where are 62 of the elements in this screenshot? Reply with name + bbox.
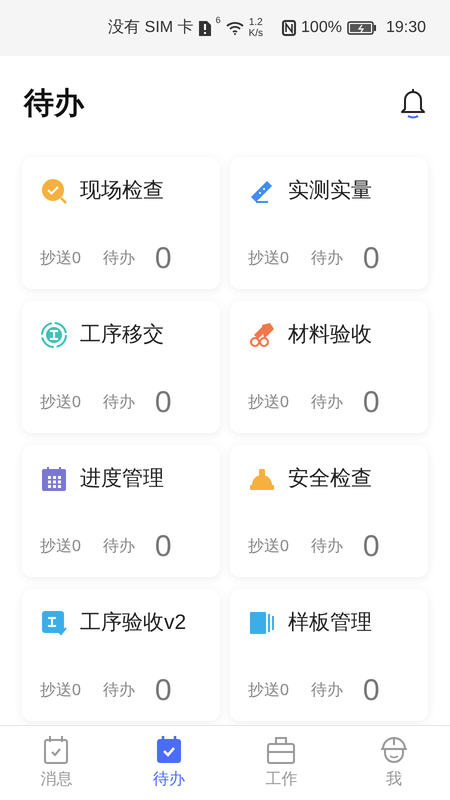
cc-count: 抄送0 <box>40 248 81 268</box>
todo-count: 0 <box>154 529 172 565</box>
task-card[interactable]: 样板管理 抄送0 待办 0 <box>230 589 428 721</box>
document-check-icon <box>40 608 68 637</box>
task-card[interactable]: 安全检查 抄送0 待办 0 <box>230 445 428 577</box>
todo-label: 待办 <box>102 536 135 556</box>
todo-count: 0 <box>362 529 380 565</box>
check-magnifier-icon <box>40 176 68 205</box>
todo-count: 0 <box>154 241 172 277</box>
task-card[interactable]: 工序移交 抄送0 待办 0 <box>22 301 220 433</box>
task-card[interactable]: 现场检查 抄送0 待办 0 <box>22 157 220 289</box>
bell-icon[interactable] <box>400 87 426 119</box>
card-title: 实测实量 <box>288 178 372 204</box>
card-title: 进度管理 <box>80 466 164 492</box>
cc-count: 抄送0 <box>40 392 81 412</box>
card-title: 安全检查 <box>288 466 372 492</box>
todo-label: 待办 <box>310 248 343 268</box>
card-title: 样板管理 <box>288 610 372 636</box>
speed-unit: K/s <box>248 28 264 39</box>
battery-icon <box>346 21 377 35</box>
task-card[interactable]: 材料验收 抄送0 待办 0 <box>230 301 428 433</box>
cc-count: 抄送0 <box>248 680 289 700</box>
pipes-icon <box>248 320 276 349</box>
todo-count: 0 <box>362 241 380 277</box>
speed-value: 1.2 <box>248 17 263 28</box>
calendar-check-icon <box>42 734 70 764</box>
task-card[interactable]: 进度管理 抄送0 待办 0 <box>22 445 220 577</box>
helmet-icon <box>380 734 408 764</box>
page-title: 待办 <box>24 86 84 122</box>
cc-count: 抄送0 <box>40 680 81 700</box>
cc-count: 抄送0 <box>248 536 289 556</box>
clock: 19:30 <box>386 18 426 38</box>
card-title: 工序移交 <box>80 322 164 348</box>
cycle-arrows-icon <box>40 320 68 349</box>
todo-label: 待办 <box>102 680 135 700</box>
task-card[interactable]: 实测实量 抄送0 待办 0 <box>230 157 428 289</box>
todo-count: 0 <box>362 385 380 421</box>
sim-alert-icon <box>198 20 211 36</box>
todo-count: 0 <box>154 673 172 709</box>
todo-label: 待办 <box>102 392 135 412</box>
card-title: 材料验收 <box>288 322 372 348</box>
tab-item[interactable]: 待办 <box>112 726 225 800</box>
todo-label: 待办 <box>310 680 343 700</box>
card-title: 现场检查 <box>80 178 164 204</box>
cc-count: 抄送0 <box>248 248 289 268</box>
cc-count: 抄送0 <box>248 392 289 412</box>
battery-percent: 100% <box>301 18 342 38</box>
nfc-icon <box>282 20 296 36</box>
cc-count: 抄送0 <box>40 536 81 556</box>
todo-label: 待办 <box>310 392 343 412</box>
calendar-icon <box>40 464 68 493</box>
todo-label: 待办 <box>102 248 135 268</box>
sim-status: 没有 SIM 卡 <box>108 18 194 38</box>
task-card[interactable]: 工序验收v2 抄送0 待办 0 <box>22 589 220 721</box>
todo-count: 0 <box>362 673 380 709</box>
todo-count: 0 <box>154 385 172 421</box>
network-type: 6 <box>216 14 221 27</box>
calendar-check-icon <box>154 734 183 764</box>
wifi-icon <box>226 21 244 35</box>
card-title: 工序验收v2 <box>80 610 186 636</box>
briefcase-icon <box>266 734 296 764</box>
todo-label: 待办 <box>310 536 343 556</box>
